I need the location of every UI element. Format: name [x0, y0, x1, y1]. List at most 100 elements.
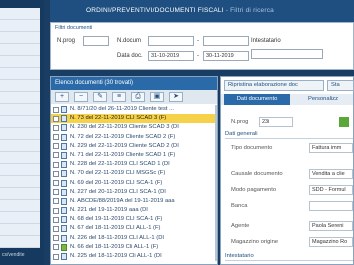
row-label: N. 66 del 18-11-2019 Cli ALL-1 (F)	[70, 243, 159, 250]
confirm-icon[interactable]	[339, 117, 349, 127]
document-icon	[61, 197, 67, 205]
ndoc-label: N.docum	[117, 38, 142, 44]
row-checkbox[interactable]	[53, 134, 59, 141]
ripristina-button[interactable]: Ripristina elaborazione doc	[224, 80, 324, 91]
section-divider	[225, 138, 353, 139]
table-row[interactable]: N. 230 del 22-11-2019 Cliente SCAD 3 (DI	[51, 123, 217, 132]
intestatario-label: Intestatario	[251, 38, 281, 44]
table-row[interactable]: N. 227 del 20-11-2019 CLI SCA-1 (DI	[51, 188, 217, 197]
table-row[interactable]: N. 221 del 19-11-2019 aaa (DI	[51, 206, 217, 215]
table-row[interactable]: N. 226 del 18-11-2019 CLI ALL-1 (DI	[51, 234, 217, 243]
intestatario-input[interactable]	[251, 49, 323, 59]
ndoc-separator: -	[197, 38, 199, 44]
table-row[interactable]: N. ABCDE/88/2019A del 19-11-2019 aaa	[51, 197, 217, 206]
ndoc-to-input[interactable]	[203, 36, 249, 46]
add-button[interactable]: +	[55, 92, 69, 102]
document-icon	[61, 133, 67, 141]
row-checkbox[interactable]	[53, 253, 59, 260]
document-icon	[61, 142, 67, 150]
document-icon	[61, 243, 67, 251]
nprog-input[interactable]	[83, 36, 109, 46]
table-row[interactable]: N. 67 del 18-11-2019 CLI ALL-1 (F)	[51, 224, 217, 233]
date-label: Data doc.	[117, 53, 143, 59]
agente-select[interactable]: Paola Sereni	[309, 221, 353, 231]
stampa-button[interactable]: Sta	[327, 80, 354, 91]
row-checkbox[interactable]	[53, 115, 59, 122]
document-list-title: Elenco documenti (30 trovati)	[55, 80, 134, 86]
document-icon	[61, 188, 67, 196]
modo-pagamento-select[interactable]: SDD - Formul	[309, 185, 353, 195]
row-checkbox[interactable]	[53, 235, 59, 242]
row-label: N. 71 del 22-11-2019 Cliente SCAD 1 (F)	[70, 151, 176, 158]
side-list[interactable]	[0, 8, 40, 248]
tab-personalizzazioni[interactable]: Personalizz	[293, 94, 353, 105]
row-checkbox[interactable]	[53, 189, 59, 196]
document-detail-panel: Ripristina elaborazione doc Sta Dati doc…	[220, 76, 354, 265]
table-row[interactable]: N. 8/71/20 del 26-11-2019 Cliente test .…	[51, 105, 217, 114]
date-from-input[interactable]: 31-10-2019	[148, 51, 194, 61]
row-label: N. 228 del 22-11-2019 CLI SCAD 1 (DI	[70, 161, 170, 168]
table-row[interactable]: N. 71 del 22-11-2019 Cliente SCAD 1 (F)	[51, 151, 217, 160]
document-icon	[61, 253, 67, 260]
row-label: N. 221 del 19-11-2019 aaa (DI	[70, 207, 148, 214]
table-row[interactable]: N. 228 del 22-11-2019 CLI SCAD 1 (DI	[51, 160, 217, 169]
row-label: N. 225 del 18-11-2019 Cli ALL-1 (DI	[70, 253, 162, 259]
magazzino-select[interactable]: Magazzino Ro	[309, 237, 353, 247]
print-button[interactable]: ⎙	[131, 92, 145, 102]
row-checkbox[interactable]	[53, 161, 59, 168]
ndoc-from-input[interactable]	[148, 36, 194, 46]
row-label: N. 8/71/20 del 26-11-2019 Cliente test .…	[70, 106, 174, 112]
row-checkbox[interactable]	[53, 244, 59, 251]
table-row[interactable]: N. 73 del 22-11-2019 CLI SCAD 3 (F)	[51, 114, 217, 124]
causale-select[interactable]: Vendita a clie	[309, 169, 353, 179]
row-checkbox[interactable]	[53, 198, 59, 205]
table-row[interactable]: N. 68 del 19-11-2019 CLI SCA-1 (F)	[51, 215, 217, 224]
section-divider	[225, 260, 353, 261]
edit-button[interactable]: ✎	[93, 92, 107, 102]
row-label: N. 67 del 18-11-2019 CLI ALL-1 (F)	[70, 225, 161, 232]
side-footer: cs/vendite	[2, 252, 25, 258]
table-row[interactable]: N. 72 del 22-11-2019 Cliente SCAD 2 (F)	[51, 133, 217, 142]
row-checkbox[interactable]	[53, 225, 59, 232]
section-dati-generali: Dati generali	[225, 131, 258, 137]
row-checkbox[interactable]	[53, 180, 59, 186]
document-list-header: Elenco documenti (30 trovati)	[51, 77, 217, 90]
row-checkbox[interactable]	[53, 106, 59, 113]
row-checkbox[interactable]	[53, 170, 59, 177]
list-scrollbar[interactable]	[215, 105, 217, 261]
causale-label: Causale documento	[231, 171, 283, 177]
table-row[interactable]: N. 66 del 18-11-2019 Cli ALL-1 (F)	[51, 243, 217, 252]
document-icon	[61, 115, 67, 123]
row-label: N. 68 del 19-11-2019 CLI SCA-1 (F)	[70, 216, 163, 223]
detail-nprog-input[interactable]: 23i	[259, 117, 293, 127]
row-checkbox[interactable]	[53, 143, 59, 150]
magazzino-label: Magazzino origine	[231, 239, 279, 245]
row-label: N. ABCDE/88/2019A del 19-11-2019 aaa	[70, 197, 175, 204]
section-intestatario: Intestatario	[225, 253, 254, 259]
row-checkbox[interactable]	[53, 124, 59, 131]
page-title: ORDINI/PREVENTIVI/DOCUMENTI FISCALI - Fi…	[86, 7, 274, 14]
row-checkbox[interactable]	[53, 207, 59, 214]
table-row[interactable]: N. 229 del 22-11-2019 Cliente SCAD 2 (DI	[51, 142, 217, 151]
date-to-input[interactable]: 30-11-2019	[203, 51, 249, 61]
row-checkbox[interactable]	[53, 152, 59, 159]
tipo-select[interactable]: Fattura imm	[309, 143, 353, 153]
tab-dati-documento[interactable]: Dati documento	[224, 94, 290, 105]
table-row[interactable]: N. 225 del 18-11-2019 Cli ALL-1 (DI	[51, 252, 217, 261]
filter-panel: Filtri documenti N.prog N.docum - Intest…	[50, 22, 354, 70]
banca-select[interactable]	[309, 201, 353, 211]
table-row[interactable]: N. 69 del 20-11-2019 CLI SCA-1 (F)	[51, 179, 217, 188]
list-button[interactable]: ≡	[112, 92, 126, 102]
document-icon	[61, 124, 67, 132]
agente-label: Agente	[231, 223, 250, 229]
row-label: N. 69 del 20-11-2019 CLI SCA-1 (F)	[70, 179, 163, 186]
modo-pagamento-label: Modo pagamento	[231, 187, 277, 193]
remove-button[interactable]: −	[74, 92, 88, 102]
document-icon	[61, 207, 67, 215]
row-label: N. 227 del 20-11-2019 CLI SCA-1 (DI	[70, 188, 166, 195]
copy-button[interactable]: ▣	[150, 92, 164, 102]
send-button[interactable]: ➤	[169, 92, 183, 102]
document-icon	[61, 216, 67, 224]
row-checkbox[interactable]	[53, 216, 59, 223]
table-row[interactable]: N. 70 del 22-11-2019 CLI MSGSc (F)	[51, 169, 217, 178]
